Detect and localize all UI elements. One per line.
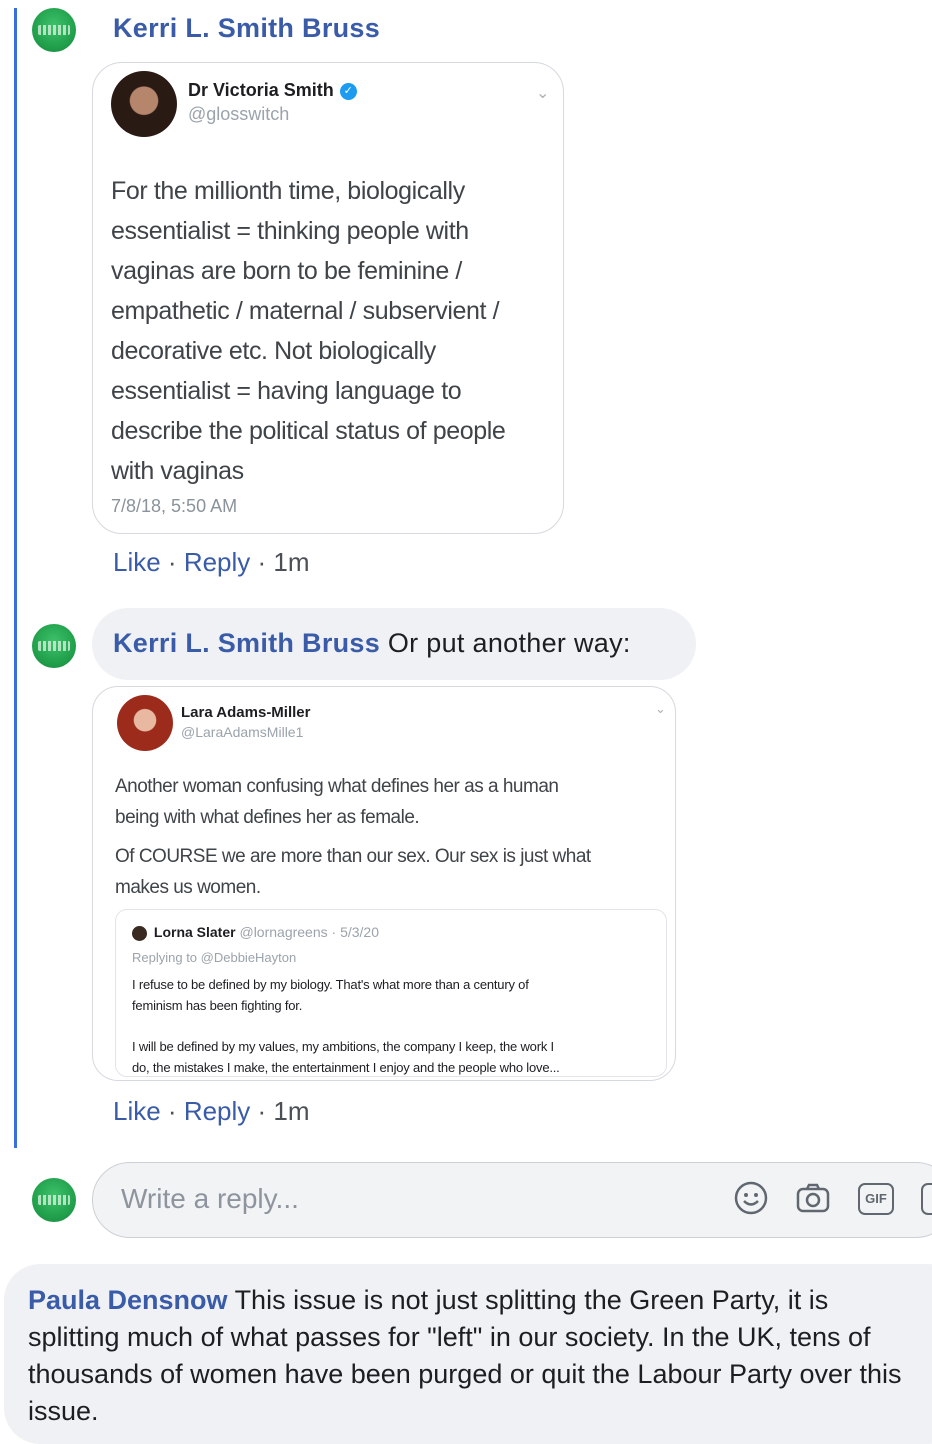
embedded-tweet-card[interactable]: Dr Victoria Smith ✓ @glosswitch ⌄ For the… — [92, 62, 564, 534]
tweet-text: Another woman confusing what defines her… — [115, 776, 591, 898]
comment-body: Kerri L. Smith Bruss Or put another way: — [113, 628, 631, 659]
comment-body: Paula Densnow This issue is not just spl… — [28, 1282, 918, 1430]
tweet-author-handle: @glosswitch — [188, 104, 290, 124]
like-link[interactable]: Like — [113, 1096, 161, 1126]
embedded-tweet-card[interactable]: Lara Adams-Miller @LaraAdamsMille1 ⌄ Ano… — [92, 686, 676, 1081]
comment-time: 1m — [273, 1096, 310, 1126]
quoted-tweet[interactable]: Lorna Slater @lornagreens · 5/3/20 Reply… — [115, 909, 667, 1077]
tweet-author-avatar — [111, 71, 177, 137]
quoted-tweet-header: Lorna Slater @lornagreens · 5/3/20 — [132, 924, 379, 941]
chevron-down-icon[interactable]: ⌄ — [655, 701, 666, 717]
reply-link[interactable]: Reply — [184, 1096, 250, 1126]
comment-actions: Like · Reply · 1m — [113, 1096, 310, 1126]
tweet-author-name: Dr Victoria Smith ✓ — [188, 80, 357, 101]
reply-input[interactable]: Write a reply... — [121, 1183, 299, 1215]
sticker-icon[interactable] — [919, 1180, 932, 1216]
reply-composer[interactable]: Write a reply... GIF — [92, 1162, 932, 1238]
like-link[interactable]: Like — [113, 547, 161, 577]
tweet-author-avatar — [117, 695, 173, 751]
tweet-author-handle: @LaraAdamsMille1 — [181, 724, 304, 740]
tweet-timestamp: 7/8/18, 5:50 AM — [111, 496, 238, 516]
comment-time: 1m — [273, 547, 310, 577]
tweet-text: For the millionth time, biologically ess… — [111, 177, 506, 485]
emoji-icon[interactable] — [733, 1180, 769, 1216]
verified-badge-icon: ✓ — [339, 82, 357, 100]
commenter-avatar[interactable] — [32, 8, 76, 52]
reply-link[interactable]: Reply — [184, 547, 250, 577]
tweet-author-name: Lara Adams-Miller — [181, 704, 311, 721]
gif-icon[interactable]: GIF — [857, 1180, 894, 1216]
current-user-avatar[interactable] — [32, 1178, 76, 1222]
comment-author[interactable]: Kerri L. Smith Bruss — [113, 13, 380, 44]
comment-author[interactable]: Paula Densnow — [28, 1285, 228, 1315]
thread-line — [14, 8, 17, 1148]
comment-actions: Like · Reply · 1m — [113, 547, 310, 577]
quoted-author-avatar — [132, 925, 147, 941]
commenter-avatar[interactable] — [32, 624, 76, 668]
camera-icon[interactable] — [795, 1180, 831, 1216]
quoted-replying-to: Replying to @DebbieHayton — [132, 950, 297, 965]
comment-text: Or put another way: — [387, 628, 631, 658]
comment-author[interactable]: Kerri L. Smith Bruss — [113, 628, 380, 658]
quoted-tweet-text: I refuse to be defined by my biology. Th… — [132, 977, 560, 1075]
chevron-down-icon[interactable]: ⌄ — [536, 83, 549, 103]
